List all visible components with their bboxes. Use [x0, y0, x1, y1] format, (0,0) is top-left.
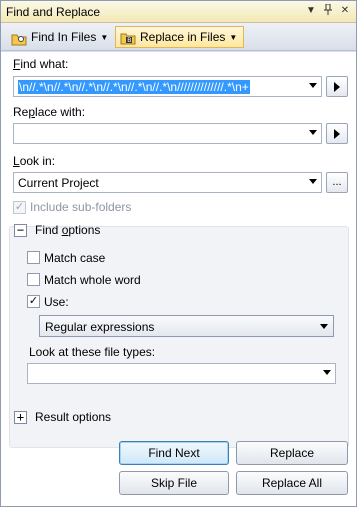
play-arrow-icon	[334, 129, 340, 139]
chevron-down-icon[interactable]	[309, 179, 317, 184]
chevron-down-icon: ▼	[229, 32, 238, 42]
match-whole-word-label: Match whole word	[44, 273, 141, 287]
match-case-label: Match case	[44, 251, 106, 265]
replace-all-button[interactable]: Replace All	[236, 471, 348, 495]
pin-icon[interactable]	[321, 3, 335, 18]
use-type-value: Regular expressions	[45, 320, 155, 334]
find-in-files-button[interactable]: Find In Files ▼	[7, 26, 114, 48]
find-next-button[interactable]: Find Next	[119, 441, 229, 465]
replace-in-files-button[interactable]: B Replace in Files ▼	[115, 26, 245, 48]
window-title: Find and Replace	[6, 5, 101, 19]
use-type-dropdown[interactable]: Regular expressions	[39, 315, 334, 337]
replace-with-combo[interactable]	[13, 123, 322, 144]
chevron-down-icon: ▼	[100, 32, 109, 42]
expand-result-options-icon[interactable]: +	[14, 411, 27, 424]
file-types-label: Look at these file types:	[29, 345, 156, 359]
chevron-down-icon[interactable]	[309, 83, 317, 88]
skip-file-button[interactable]: Skip File	[119, 471, 229, 495]
include-subfolders-checkbox[interactable]: ✓	[13, 201, 26, 214]
replace-with-label: Replace with:	[13, 105, 86, 119]
replace-in-files-icon: B	[120, 31, 136, 45]
find-options-label: Find options	[35, 223, 101, 237]
use-checkbox[interactable]: ✓	[27, 295, 40, 308]
find-in-files-label: Find In Files	[31, 30, 97, 44]
look-in-combo[interactable]: Current Project	[13, 172, 322, 193]
find-what-input[interactable]: \n//.*\n//.*\n//.*\n//.*\n//.*\n//.*\n//…	[18, 80, 301, 94]
close-icon[interactable]: ✕	[338, 4, 352, 18]
find-in-files-icon	[11, 31, 27, 46]
svg-text:B: B	[127, 37, 131, 44]
look-in-label: Look in:	[13, 154, 56, 168]
replace-in-files-label: Replace in Files	[140, 30, 226, 44]
dialog-body: Find what: \n//.*\n//.*\n//.*\n//.*\n//.…	[1, 52, 356, 506]
window-menu-icon[interactable]: ▼	[304, 4, 318, 18]
look-in-value: Current Project	[18, 176, 99, 190]
chevron-down-icon[interactable]	[323, 370, 331, 375]
replace-expression-builder-button[interactable]	[326, 123, 348, 144]
find-what-combo[interactable]: \n//.*\n//.*\n//.*\n//.*\n//.*\n//.*\n//…	[13, 76, 322, 97]
match-case-checkbox[interactable]	[27, 251, 40, 264]
use-label: Use:	[44, 295, 69, 309]
mode-toolbar: Find In Files ▼ B Replace in Files ▼	[1, 23, 356, 51]
include-subfolders-label: Include sub-folders	[30, 200, 132, 214]
play-arrow-icon	[334, 82, 340, 92]
collapse-find-options-icon[interactable]: −	[14, 224, 27, 237]
find-replace-window: Find and Replace ▼ ✕ Find In Files ▼ B Re…	[0, 0, 357, 507]
result-options-label: Result options	[35, 410, 112, 424]
find-what-label: Find what:	[13, 57, 69, 71]
expression-builder-button[interactable]	[326, 76, 348, 97]
title-bar[interactable]: Find and Replace ▼ ✕	[1, 1, 356, 23]
file-types-combo[interactable]	[27, 363, 336, 384]
chevron-down-icon[interactable]	[309, 130, 317, 135]
browse-button[interactable]: ...	[326, 172, 348, 193]
match-whole-word-checkbox[interactable]	[27, 273, 40, 286]
chevron-down-icon	[320, 324, 328, 329]
replace-button[interactable]: Replace	[236, 441, 348, 465]
